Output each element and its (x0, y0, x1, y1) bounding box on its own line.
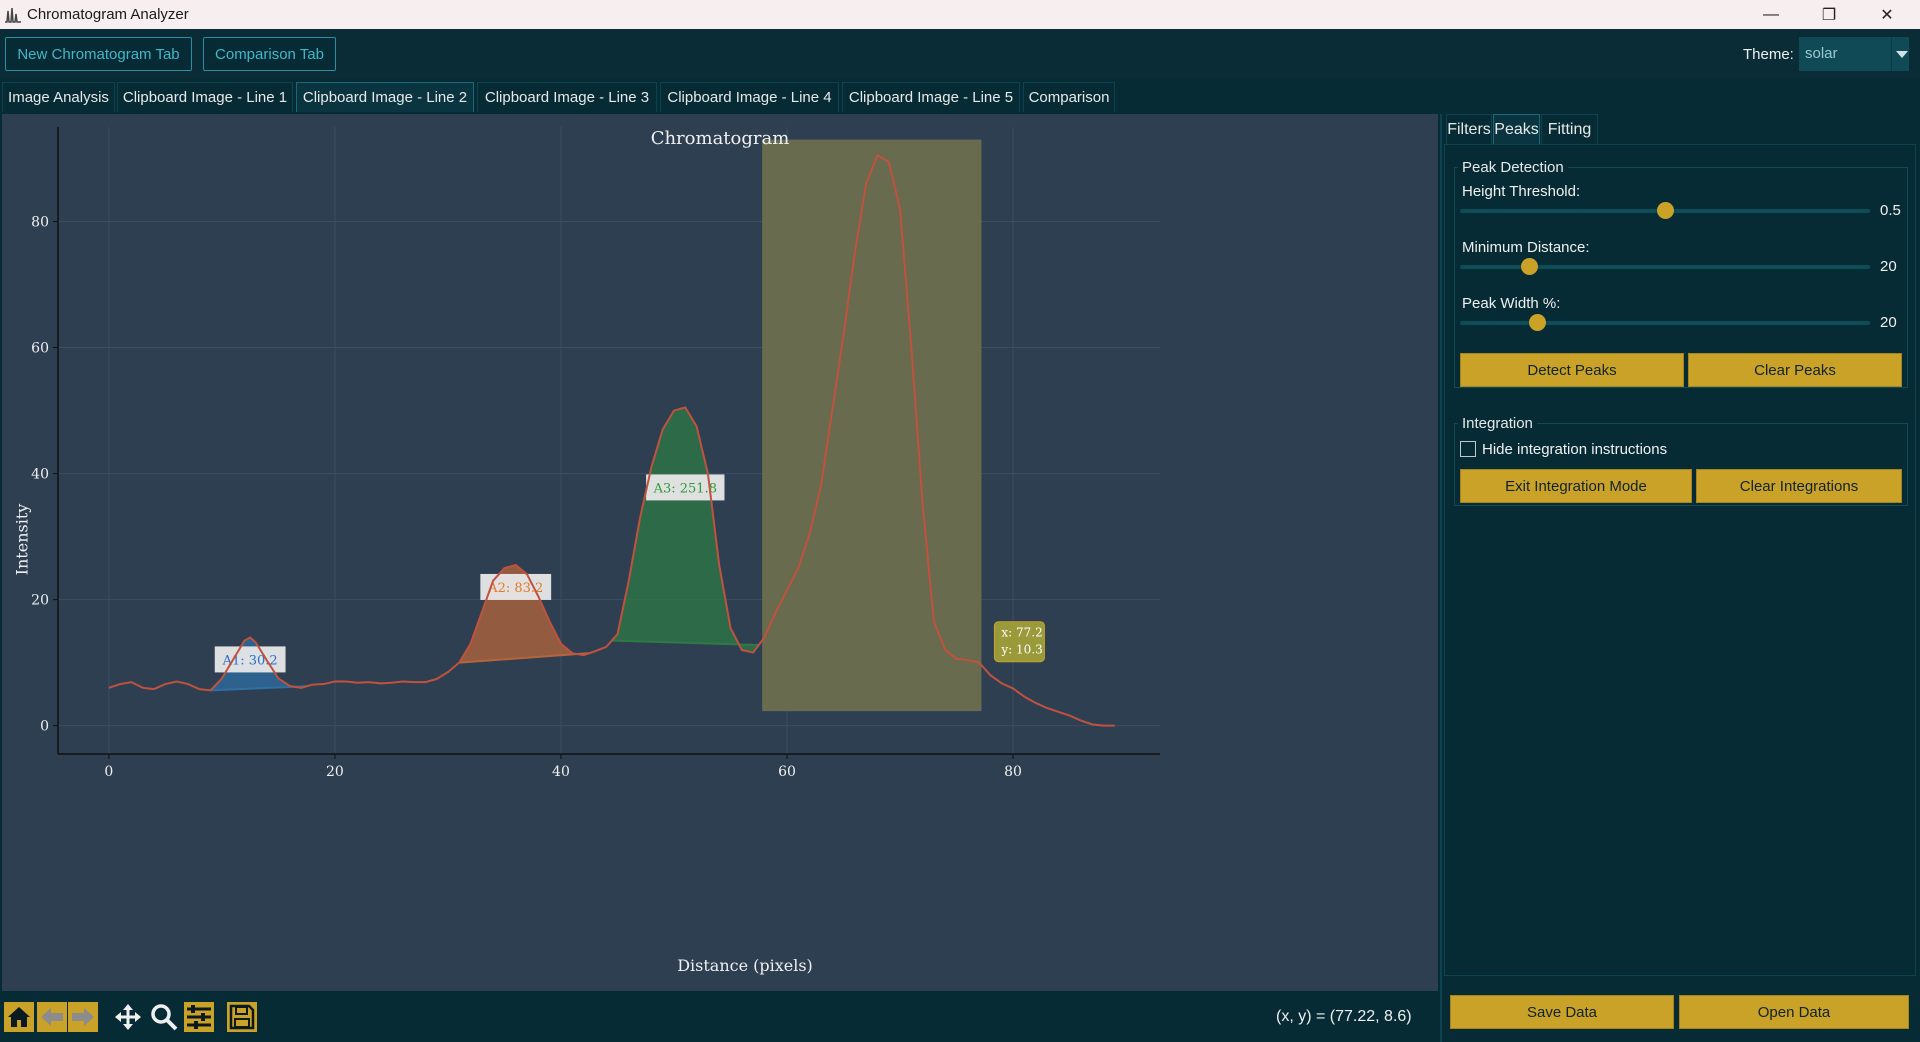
close-button[interactable]: ✕ (1858, 0, 1916, 29)
chart-panel[interactable]: A1: 30.2 A2: 83.2 A3: 251.8 0 20 40 60 80 0 20 40 6… (2, 114, 1438, 991)
x-tick-label: 40 (552, 764, 570, 780)
minimize-button[interactable]: — (1742, 0, 1800, 29)
plot-navigation-toolbar: (x, y) = (77.22, 8.6) (0, 992, 1440, 1042)
exit-integration-mode-button[interactable]: Exit Integration Mode (1460, 469, 1692, 503)
back-button[interactable] (37, 1002, 67, 1032)
height-threshold-handle[interactable] (1656, 202, 1674, 219)
maximize-button[interactable]: ❐ (1800, 0, 1858, 29)
open-data-button[interactable]: Open Data (1679, 995, 1909, 1029)
tab-clipboard-line-4[interactable]: Clipboard Image - Line 4 (660, 82, 839, 112)
floppy-disk-icon (229, 1004, 255, 1030)
x-tick-label: 80 (1004, 764, 1022, 780)
tab-clipboard-line-3[interactable]: Clipboard Image - Line 3 (477, 82, 657, 112)
x-axis-label: Distance (pixels) (677, 956, 813, 975)
detect-peaks-button[interactable]: Detect Peaks (1460, 353, 1684, 387)
hide-instructions-checkbox[interactable] (1460, 441, 1476, 457)
minimum-distance-label: Minimum Distance: (1462, 239, 1590, 256)
new-chromatogram-tab-button[interactable]: New Chromatogram Tab (5, 37, 192, 71)
height-threshold-label: Height Threshold: (1462, 183, 1581, 200)
hide-instructions-label[interactable]: Hide integration instructions (1482, 441, 1667, 458)
tooltip-y-value: y: 10.3 (1000, 643, 1042, 657)
arrow-right-icon (72, 1008, 94, 1026)
save-figure-button[interactable] (227, 1002, 257, 1032)
chromatogram-chart[interactable]: A1: 30.2A2: 83.2A3: 251.80 20 40 60 80020406… (2, 114, 1438, 991)
integration-area-3 (611, 407, 759, 653)
y-tick-label: 20 (31, 593, 49, 609)
top-toolbar: New Chromatogram Tab Comparison Tab Them… (0, 29, 1920, 79)
tooltip-x-value: x: 77.2 (1001, 626, 1042, 640)
tab-clipboard-line-5[interactable]: Clipboard Image - Line 5 (842, 82, 1020, 112)
sliders-icon (187, 1005, 211, 1029)
maximize-icon: ❐ (1821, 6, 1837, 24)
tab-image-analysis[interactable]: Image Analysis (2, 82, 115, 112)
y-tick-label: 0 (40, 719, 49, 735)
integration-label-3: A3: 251.8 (653, 481, 717, 496)
home-button[interactable] (4, 1002, 34, 1032)
minimize-icon: — (1763, 5, 1779, 23)
x-tick-label: 60 (778, 764, 796, 780)
save-data-button[interactable]: Save Data (1450, 995, 1674, 1029)
pan-button[interactable] (113, 1002, 143, 1032)
tab-clipboard-line-2[interactable]: Clipboard Image - Line 2 (296, 82, 474, 112)
height-threshold-value: 0.5 (1880, 202, 1901, 219)
theme-label: Theme: (1743, 46, 1794, 63)
tab-fitting[interactable]: Fitting (1541, 114, 1598, 144)
peak-width-value: 20 (1880, 314, 1897, 331)
x-tick-label: 20 (326, 764, 344, 780)
peaks-tab-page: Peak Detection Height Threshold: 0.5 Min… (1444, 144, 1916, 976)
side-panel: Filters Peaks Fitting Peak Detection Hei… (1440, 114, 1920, 1042)
tab-peaks[interactable]: Peaks (1493, 114, 1540, 144)
home-icon (8, 1007, 30, 1027)
arrow-left-icon (41, 1008, 63, 1026)
y-tick-label: 80 (31, 215, 49, 231)
document-tabs: Image Analysis Clipboard Image - Line 1 … (0, 82, 1920, 112)
window-title: Chromatogram Analyzer (27, 6, 189, 23)
peak-width-slider[interactable] (1460, 321, 1870, 325)
tab-clipboard-line-1[interactable]: Clipboard Image - Line 1 (117, 82, 293, 112)
close-icon: ✕ (1880, 6, 1894, 24)
cursor-coordinates: (x, y) = (77.22, 8.6) (1276, 1008, 1412, 1025)
title-bar: Chromatogram Analyzer — ❐ ✕ (0, 0, 1920, 29)
minimum-distance-value: 20 (1880, 258, 1897, 275)
peak-width-label: Peak Width %: (1462, 295, 1561, 312)
integration-title: Integration (1458, 415, 1537, 432)
tab-comparison[interactable]: Comparison (1023, 82, 1115, 112)
zoom-button[interactable] (149, 1002, 179, 1032)
chart-title: Chromatogram (650, 128, 790, 149)
x-tick-label: 0 (104, 764, 113, 780)
chevron-down-icon[interactable] (1891, 37, 1909, 71)
move-icon (115, 1004, 141, 1030)
forward-button[interactable] (68, 1002, 98, 1032)
configure-subplots-button[interactable] (184, 1002, 214, 1032)
clear-peaks-button[interactable]: Clear Peaks (1688, 353, 1902, 387)
tab-filters[interactable]: Filters (1446, 114, 1492, 144)
selection-span (762, 139, 982, 712)
y-tick-label: 60 (31, 341, 49, 357)
comparison-tab-button[interactable]: Comparison Tab (203, 37, 336, 71)
y-tick-label: 40 (31, 467, 49, 483)
y-axis-label: Intensity (12, 503, 32, 576)
peak-detection-title: Peak Detection (1458, 159, 1568, 176)
search-icon (151, 1004, 178, 1031)
clear-integrations-button[interactable]: Clear Integrations (1696, 469, 1902, 503)
chromatogram-app-icon (5, 7, 21, 23)
